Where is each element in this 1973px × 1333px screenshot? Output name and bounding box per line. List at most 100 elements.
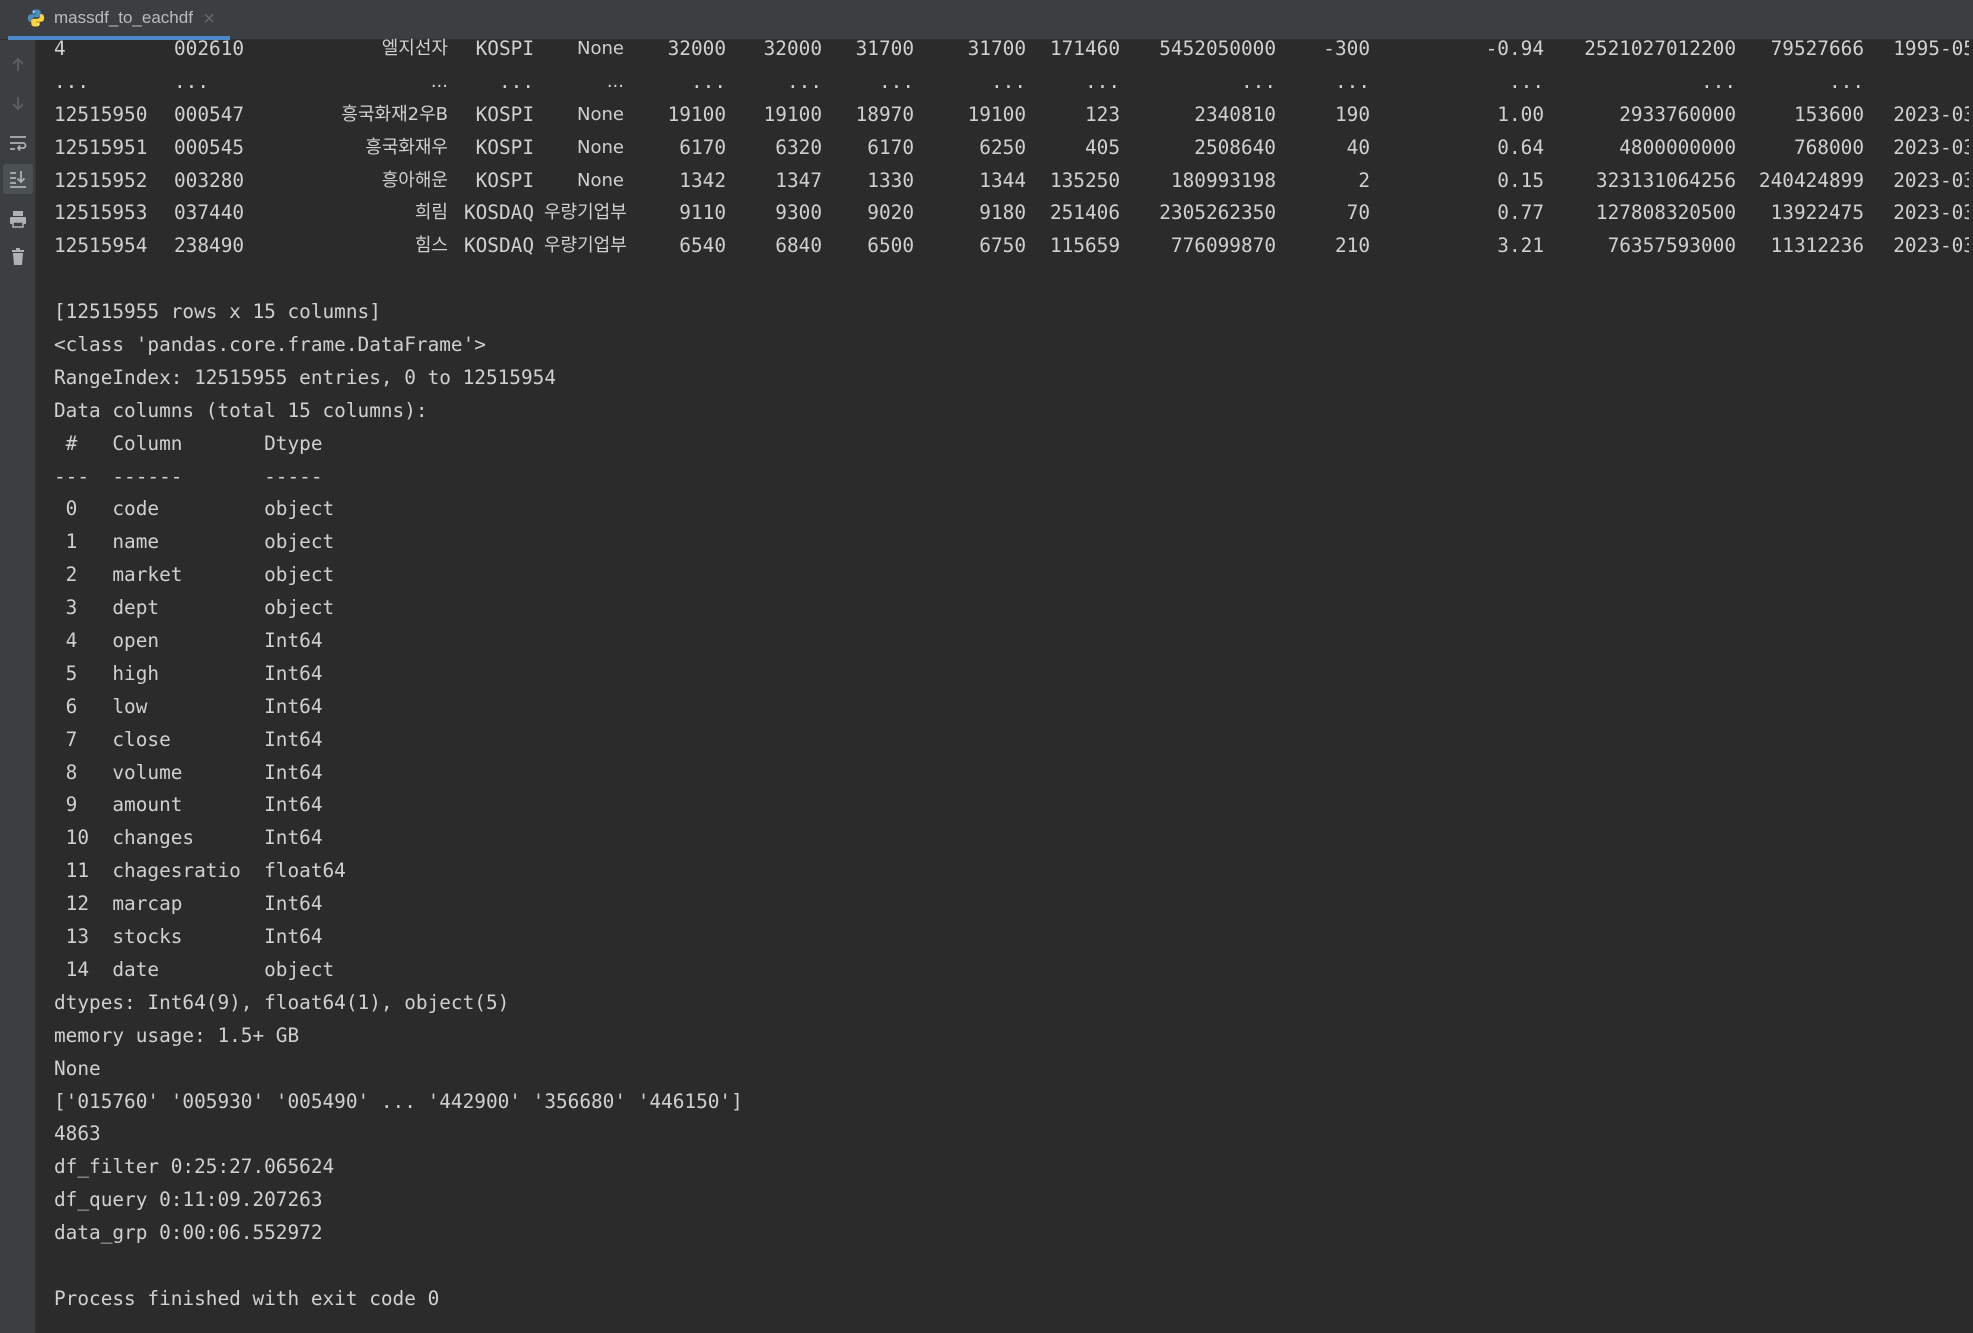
- dataframe-cell: 1342: [679, 168, 726, 192]
- dataframe-cell: None: [577, 38, 624, 59]
- dataframe-cell: 2023-03-24: [1893, 168, 1969, 192]
- dataframe-cell: 240424899: [1758, 168, 1864, 192]
- dataframe-cell: 127808320500: [1595, 201, 1736, 225]
- output-line: 4 open Int64: [54, 629, 346, 653]
- dataframe-cell: 2305262350: [1159, 201, 1276, 225]
- dataframe-cell: 768000: [1793, 135, 1864, 159]
- dataframe-cell: 40: [1346, 135, 1370, 159]
- dataframe-cell: 70: [1346, 201, 1370, 225]
- soft-wrap-button[interactable]: [3, 128, 33, 158]
- dataframe-cell: 115659: [1049, 234, 1120, 258]
- output-line: 5 high Int64: [54, 661, 346, 685]
- dataframe-cell: ...: [878, 69, 914, 93]
- dataframe-cell: 32000: [667, 37, 726, 60]
- output-line: <class 'pandas.core.frame.DataFrame'>: [54, 333, 486, 357]
- output-line: 3 dept object: [54, 596, 346, 620]
- dataframe-preview: 4 002610 엘지선자 KOSPI None 32000 32000 31700 31700…: [54, 33, 1969, 263]
- close-icon[interactable]: ×: [203, 9, 216, 27]
- output-line: 13 stocks Int64: [54, 925, 346, 949]
- python-file-icon: [27, 9, 45, 27]
- output-line: 8 volume Int64: [54, 760, 346, 784]
- output-line: Process finished with exit code 0: [54, 1286, 440, 1310]
- dataframe-cell: ...: [1084, 69, 1120, 93]
- dataframe-cell: 1344: [979, 168, 1026, 192]
- dataframe-cell: ...: [174, 69, 210, 93]
- dataframe-cell: 76357593000: [1607, 234, 1736, 258]
- dataframe-cell: 흥국화재우: [365, 136, 448, 158]
- dataframe-cell: 0.15: [1497, 168, 1544, 192]
- dataframe-cell: 2933760000: [1619, 102, 1736, 126]
- dataframe-cell: 003280: [174, 168, 245, 192]
- dataframe-cell: 2521027012200: [1584, 37, 1736, 60]
- console-toolbar: [0, 40, 36, 1333]
- dataframe-cell: 힘스: [414, 235, 448, 257]
- trash-icon: [12, 248, 24, 265]
- dataframe-cell: 776099870: [1170, 234, 1276, 258]
- output-line: 11 chagesratio float64: [54, 859, 346, 883]
- output-line: # Column Dtype: [54, 431, 346, 455]
- arrow-up-icon: [12, 57, 24, 71]
- arrow-down-icon: [12, 97, 24, 111]
- output-line: 10 changes Int64: [54, 826, 346, 850]
- output-line: 6 low Int64: [54, 694, 346, 718]
- dataframe-cell: 6750: [979, 234, 1026, 258]
- dataframe-cell: ...: [430, 70, 448, 92]
- dataframe-cell: 31700: [967, 37, 1026, 60]
- output-line: 0 code object: [54, 497, 346, 521]
- dataframe-row: 12515952 003280 흥아해운 KOSPI None 1342 1347 1330 1…: [54, 165, 1969, 198]
- scroll-to-end-icon: [10, 171, 26, 188]
- dataframe-cell: KOSDAQ: [463, 234, 534, 258]
- up-arrow-button[interactable]: [3, 50, 33, 80]
- dataframe-cell: 002610: [174, 37, 245, 60]
- print-button[interactable]: [3, 204, 33, 234]
- dataframe-cell: 6170: [867, 135, 914, 159]
- dataframe-cell: ...: [1508, 69, 1544, 93]
- dataframe-cell: 2023-03-24: [1893, 102, 1969, 126]
- dataframe-cell: 6500: [867, 234, 914, 258]
- dataframe-cell: 19100: [967, 102, 1026, 126]
- output-line: RangeIndex: 12515955 entries, 0 to 12515…: [54, 365, 556, 389]
- dataframe-cell: ...: [498, 69, 534, 93]
- output-line: 7 close Int64: [54, 727, 346, 751]
- dataframe-cell: 135250: [1049, 168, 1120, 192]
- console-output[interactable]: 4 002610 엘지선자 KOSPI None 32000 32000 31700 31700…: [54, 33, 1969, 1333]
- output-line: memory usage: 1.5+ GB: [54, 1023, 300, 1047]
- dataframe-cell: 2023-03-24: [1893, 135, 1969, 159]
- dataframe-cell: 흥국화재2우B: [341, 103, 448, 125]
- dataframe-cell: 2340810: [1194, 102, 1276, 126]
- dataframe-cell: KOSPI: [475, 37, 534, 60]
- soft-wrap-icon: [10, 136, 27, 152]
- output-line: 1 name object: [54, 530, 346, 554]
- output-line: Data columns (total 15 columns):: [54, 398, 428, 422]
- dataframe-cell: 9180: [979, 201, 1026, 225]
- dataframe-cell: 037440: [174, 201, 245, 225]
- dataframe-cell: 12515952: [54, 168, 148, 192]
- dataframe-cell: 6170: [679, 135, 726, 159]
- dataframe-cell: 9300: [775, 201, 822, 225]
- dataframe-cell: 2023-03-24: [1893, 234, 1969, 258]
- dataframe-cell: None: [577, 169, 624, 191]
- dataframe-cell: -300: [1323, 37, 1370, 60]
- dataframe-cell: 2: [1358, 168, 1370, 192]
- clear-all-button[interactable]: [3, 242, 33, 272]
- dataframe-row: ........................................…: [54, 66, 1969, 99]
- dataframe-cell: 엘지선자: [381, 38, 448, 59]
- dataframe-cell: 2023-03-24: [1893, 201, 1969, 225]
- tab-label: massdf_to_eachdf: [54, 8, 193, 27]
- dataframe-row: 4 002610 엘지선자 KOSPI None 32000 32000 31700 31700…: [54, 33, 1969, 66]
- dataframe-cell: 1.00: [1497, 102, 1544, 126]
- dataframe-cell: -0.94: [1485, 37, 1544, 60]
- output-line: data_grp 0:00:06.552972: [54, 1221, 323, 1245]
- dataframe-row: 12515951 000545 흥국화재우 KOSPI None 6170 6320 6170…: [54, 132, 1969, 165]
- dataframe-cell: 32000: [763, 37, 822, 60]
- output-line: 9 amount Int64: [54, 793, 346, 817]
- output-line: --- ------ -----: [54, 464, 346, 488]
- output-line: dtypes: Int64(9), float64(1), object(5): [54, 990, 510, 1014]
- dataframe-cell: 12515951: [54, 135, 148, 159]
- dataframe-cell: 희림: [414, 202, 448, 224]
- scroll-to-end-button[interactable]: [3, 164, 33, 194]
- down-arrow-button[interactable]: [3, 88, 33, 118]
- dataframe-cell: 000547: [174, 102, 245, 126]
